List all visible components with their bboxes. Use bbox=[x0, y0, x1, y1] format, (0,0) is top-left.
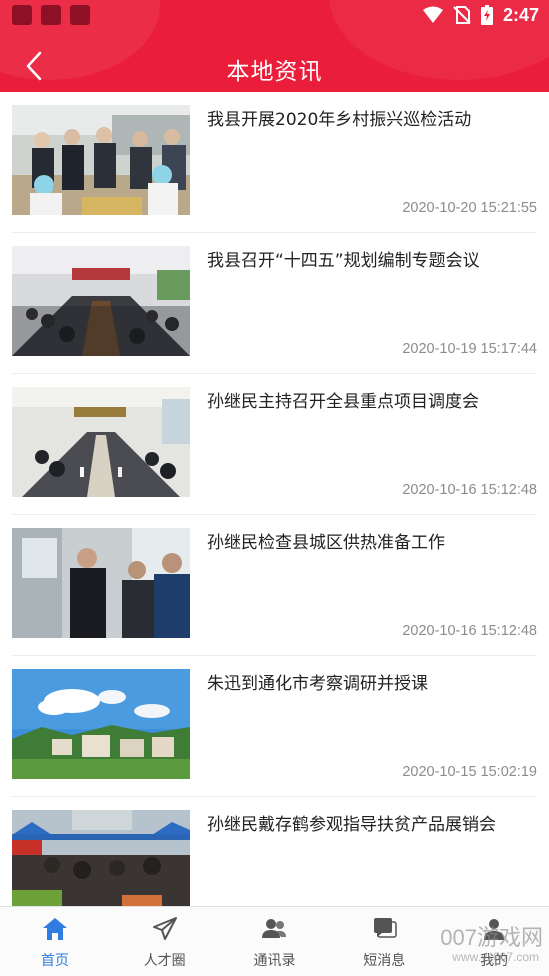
news-timestamp: 2020-10-19 15:17:44 bbox=[402, 341, 537, 357]
news-thumbnail bbox=[12, 105, 190, 215]
news-item[interactable]: 孙继民检查县城区供热准备工作 2020-10-16 15:12:48 bbox=[12, 515, 537, 656]
user-icon bbox=[484, 919, 505, 940]
notification-icon bbox=[41, 5, 61, 25]
news-title: 孙继民主持召开全县重点项目调度会 bbox=[207, 392, 479, 412]
status-bar: 2:47 bbox=[0, 0, 549, 30]
news-item[interactable]: 我县召开“十四五”规划编制专题会议 2020-10-19 15:17:44 bbox=[12, 233, 537, 374]
news-title: 朱迅到通化市考察调研并授课 bbox=[207, 674, 428, 694]
tab-home[interactable]: 首页 bbox=[0, 907, 110, 976]
message-icon bbox=[374, 918, 398, 938]
news-thumbnail bbox=[12, 528, 190, 638]
app-screen: 2:47 本地资讯 我县开展2020年乡村振兴巡检活动 2020-10-20 1… bbox=[0, 0, 549, 976]
header-bar: 2:47 本地资讯 bbox=[0, 0, 549, 92]
tab-contacts[interactable]: 通讯录 bbox=[220, 907, 330, 976]
tab-label: 短消息 bbox=[363, 953, 406, 969]
news-item[interactable]: 孙继民戴存鹤参观指导扶贫产品展销会 bbox=[12, 797, 537, 906]
tab-label: 通讯录 bbox=[253, 953, 296, 969]
tab-label: 人才圈 bbox=[143, 953, 186, 969]
news-thumbnail bbox=[12, 246, 190, 356]
news-thumbnail bbox=[12, 669, 190, 779]
tab-messages[interactable]: 短消息 bbox=[329, 907, 439, 976]
send-icon bbox=[152, 917, 177, 940]
tab-mine[interactable]: 我的 bbox=[439, 907, 549, 976]
news-title: 孙继民戴存鹤参观指导扶贫产品展销会 bbox=[207, 815, 496, 835]
news-item[interactable]: 我县开展2020年乡村振兴巡检活动 2020-10-20 15:21:55 bbox=[12, 92, 537, 233]
status-icons: 2:47 bbox=[422, 3, 539, 27]
news-item[interactable]: 孙继民主持召开全县重点项目调度会 2020-10-16 15:12:48 bbox=[12, 374, 537, 515]
news-timestamp: 2020-10-16 15:12:48 bbox=[402, 482, 537, 498]
news-timestamp: 2020-10-16 15:12:48 bbox=[402, 623, 537, 639]
news-list: 我县开展2020年乡村振兴巡检活动 2020-10-20 15:21:55 我县… bbox=[0, 92, 549, 906]
contacts-icon bbox=[262, 919, 287, 938]
news-thumbnail bbox=[12, 810, 190, 906]
news-title: 我县开展2020年乡村振兴巡检活动 bbox=[207, 110, 472, 130]
news-title: 孙继民检查县城区供热准备工作 bbox=[207, 533, 445, 553]
no-sim-icon bbox=[453, 6, 471, 24]
news-title: 我县召开“十四五”规划编制专题会议 bbox=[207, 251, 480, 271]
notification-icon bbox=[12, 5, 32, 25]
tab-label: 首页 bbox=[40, 953, 69, 969]
notification-icon bbox=[70, 5, 90, 25]
battery-icon bbox=[480, 5, 493, 25]
status-time: 2:47 bbox=[502, 4, 539, 25]
wifi-icon bbox=[422, 6, 443, 23]
home-icon bbox=[42, 918, 67, 940]
tab-label: 我的 bbox=[480, 953, 509, 969]
news-timestamp: 2020-10-20 15:21:55 bbox=[402, 200, 537, 216]
news-item[interactable]: 朱迅到通化市考察调研并授课 2020-10-15 15:02:19 bbox=[12, 656, 537, 797]
tab-talent[interactable]: 人才圈 bbox=[110, 907, 220, 976]
news-thumbnail bbox=[12, 387, 190, 497]
page-title: 本地资讯 bbox=[226, 59, 323, 85]
news-timestamp: 2020-10-15 15:02:19 bbox=[402, 764, 537, 780]
bottom-tab-bar: 首页 人才圈 通讯录 短消息 我的 bbox=[0, 906, 549, 976]
